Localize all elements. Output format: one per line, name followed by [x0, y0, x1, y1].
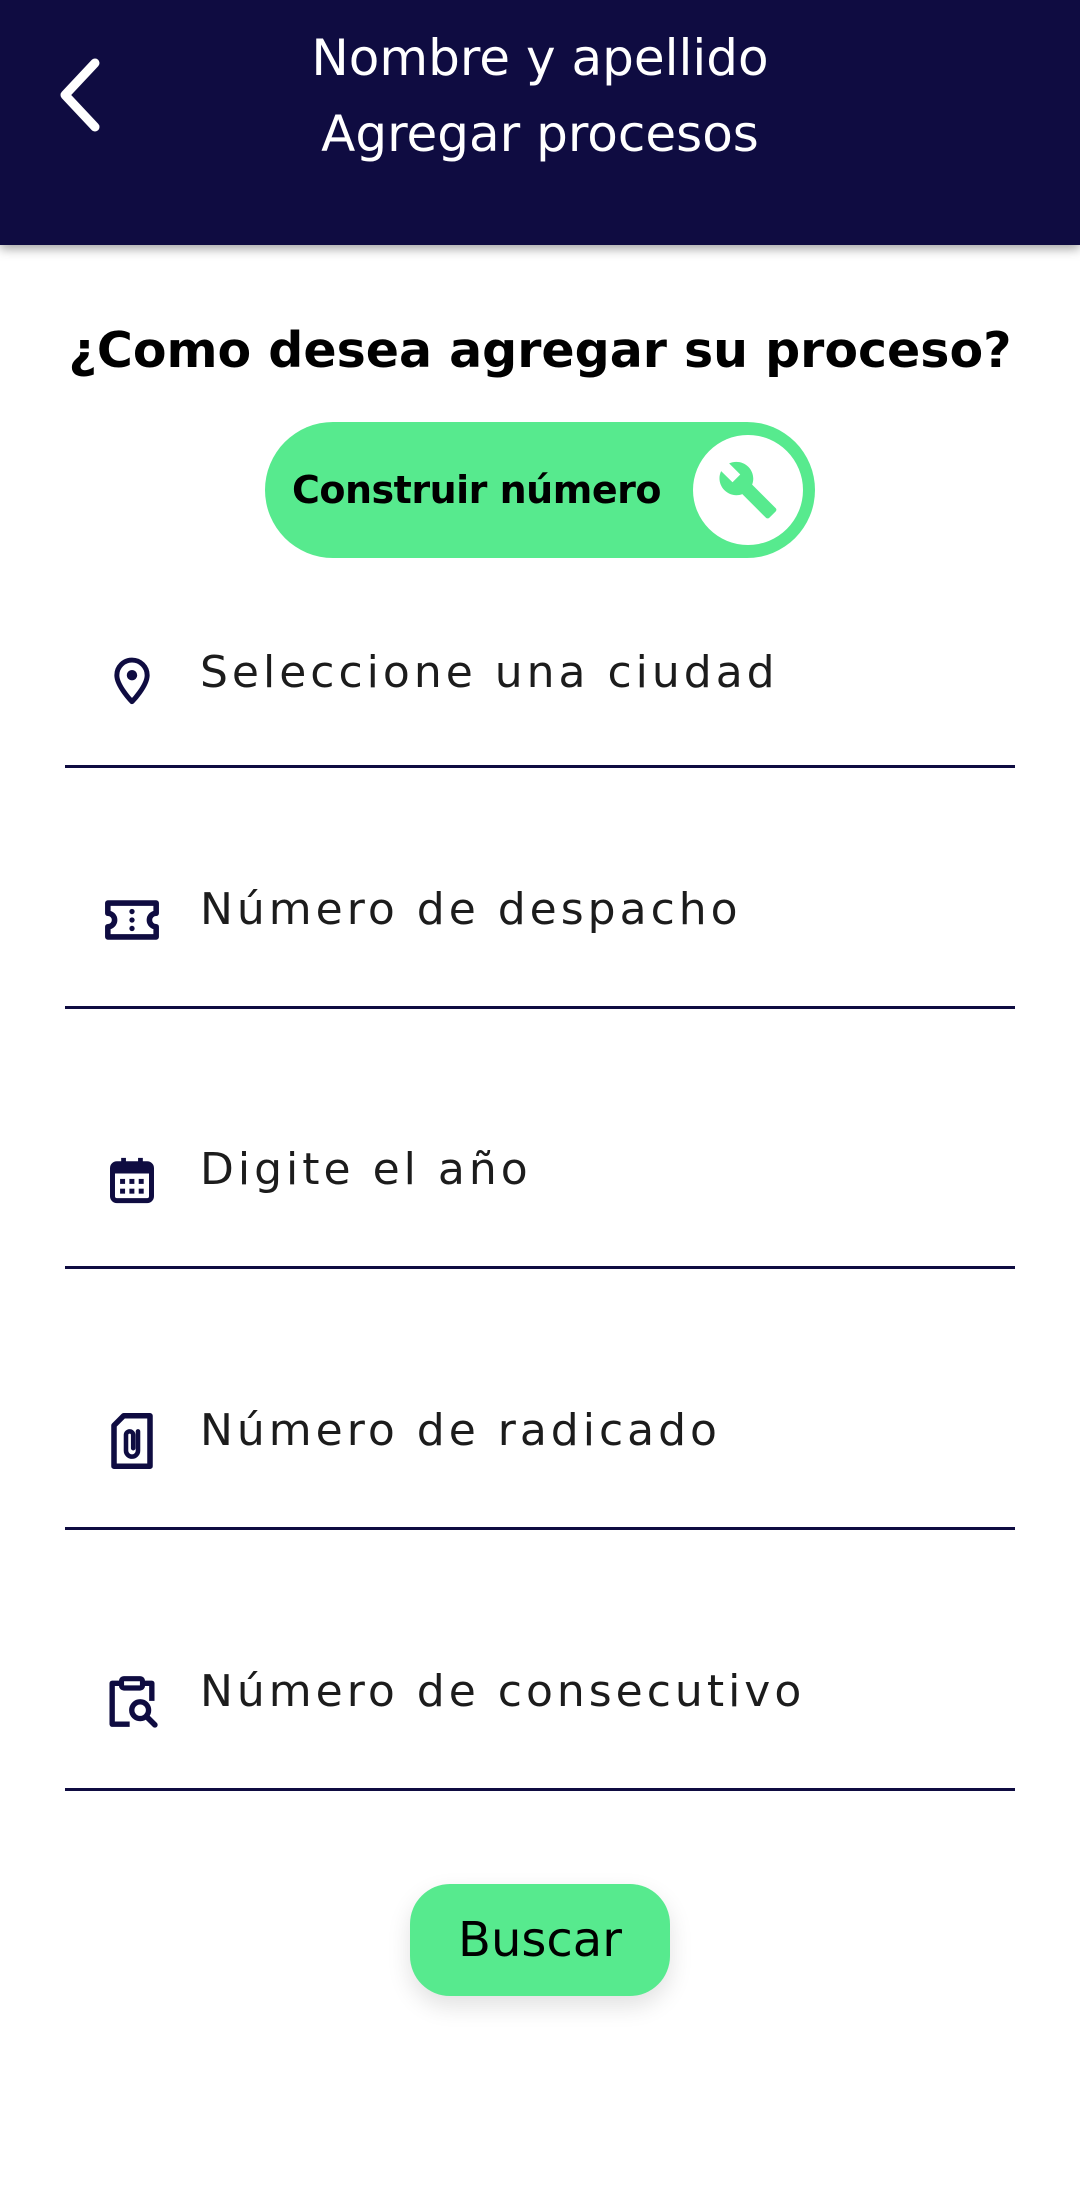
paperclip-file-icon	[102, 1411, 162, 1471]
build-number-label: Construir número	[292, 468, 661, 512]
build-number-button[interactable]: Construir número	[265, 422, 815, 558]
city-select-field[interactable]: Seleccione una ciudad	[65, 605, 1015, 768]
consecutive-number-field[interactable]: Número de consecutivo	[65, 1630, 1015, 1791]
header-subtitle: Agregar procesos	[321, 105, 759, 163]
wrench-icon	[719, 461, 777, 519]
location-pin-icon	[102, 650, 162, 710]
header-title: Nombre y apellido	[311, 29, 769, 87]
consecutive-number-placeholder: Número de consecutivo	[200, 1666, 806, 1717]
calendar-icon	[102, 1150, 162, 1210]
search-button[interactable]: Buscar	[410, 1884, 670, 1996]
dispatch-number-field[interactable]: Número de despacho	[65, 848, 1015, 1009]
page-question: ¿Como desea agregar su proceso?	[68, 322, 1012, 379]
year-placeholder: Digite el año	[200, 1144, 532, 1195]
clipboard-search-icon	[102, 1672, 162, 1732]
app-bar: Nombre y apellido Agregar procesos	[0, 0, 1080, 245]
wrench-icon-circle	[693, 435, 803, 545]
dispatch-number-placeholder: Número de despacho	[200, 884, 742, 935]
city-select-placeholder: Seleccione una ciudad	[200, 647, 779, 698]
filing-number-placeholder: Número de radicado	[200, 1405, 721, 1456]
year-field[interactable]: Digite el año	[65, 1108, 1015, 1269]
filing-number-field[interactable]: Número de radicado	[65, 1369, 1015, 1530]
ticket-icon	[102, 890, 162, 950]
